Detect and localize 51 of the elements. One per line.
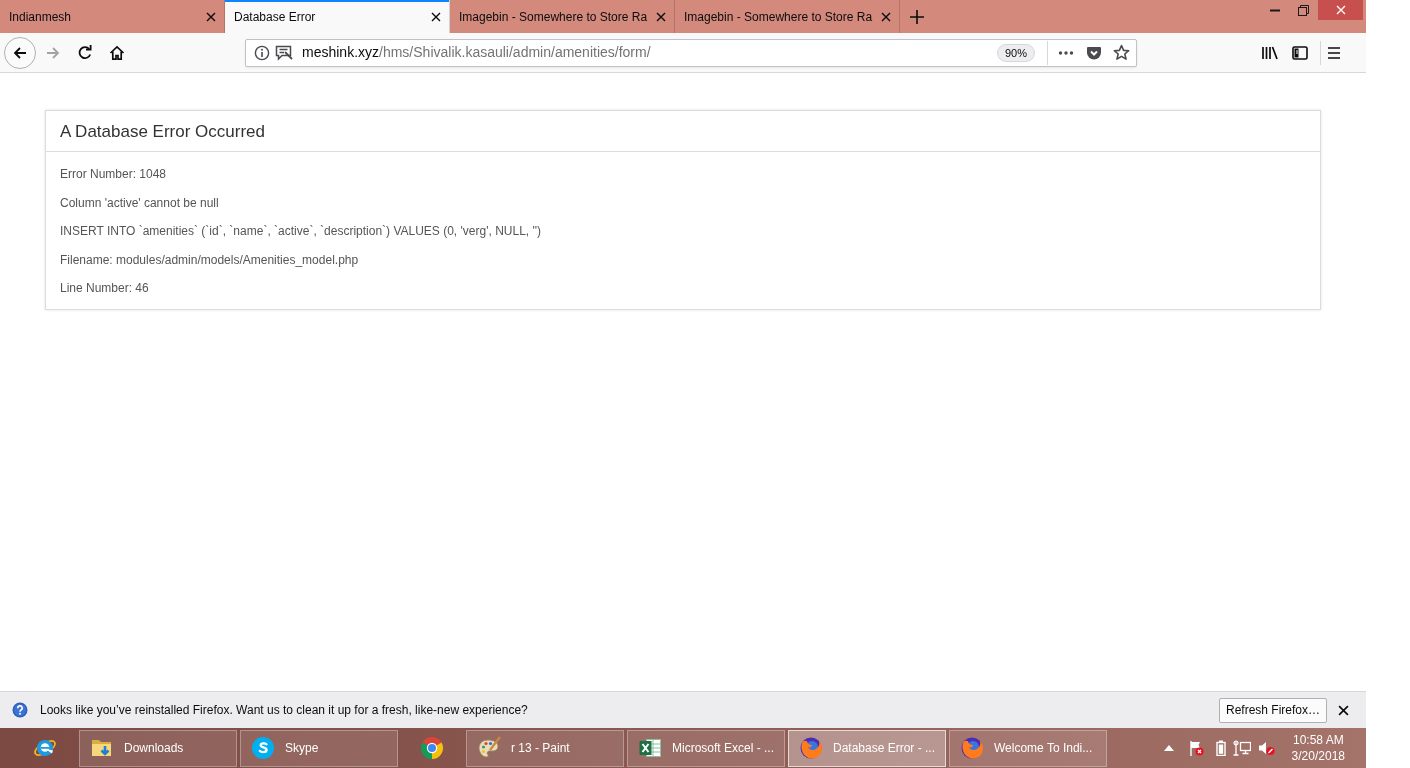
muted-speaker-icon[interactable] <box>1257 740 1275 756</box>
taskbar-button[interactable]: Downloads <box>79 729 237 767</box>
battery-icon[interactable] <box>1215 740 1226 756</box>
reload-icon[interactable] <box>77 44 93 61</box>
taskbar-button[interactable]: r 13 - Paint <box>466 729 624 767</box>
star-icon[interactable] <box>1113 44 1130 61</box>
panel-title: A Database Error Occurred <box>46 111 1320 152</box>
flag-alert-icon[interactable] <box>1187 740 1204 756</box>
close-icon[interactable] <box>656 11 666 22</box>
globe-logo-icon <box>960 736 984 760</box>
palette-icon <box>477 736 501 760</box>
error-detail-text: Column 'active' cannot be null <box>60 194 220 211</box>
browser-tab[interactable]: Database Error <box>225 0 450 33</box>
globe-logo-icon <box>799 736 823 760</box>
network-icon[interactable] <box>1232 740 1251 756</box>
minimize-icon[interactable] <box>1269 8 1280 12</box>
sidebar-icon[interactable] <box>1292 44 1308 61</box>
shield-chevron-icon[interactable] <box>1086 44 1102 61</box>
library-icon[interactable] <box>1261 44 1279 61</box>
clock-time[interactable]: 10:58 AM <box>1292 732 1344 748</box>
refresh-button[interactable]: Refresh Firefox… <box>1218 697 1327 723</box>
error-detail-text: Filename: modules/admin/models/Amenities_model.php <box>60 251 360 268</box>
url-text: meshink.xyz/hms/Shivalik.kasauli/admin/amenities/form/ <box>302 43 651 62</box>
clock-date[interactable]: 3/20/2018 <box>1291 748 1345 764</box>
ring-logo-icon <box>420 736 444 760</box>
menu-icon[interactable] <box>1327 45 1341 60</box>
error-detail-text: Error Number: 1048 <box>60 166 168 182</box>
error-detail-text: INSERT INTO `amenities` (`id`, `name`, `active`, `description`) VALUES (0, 'verg', NULL, '') <box>60 223 543 239</box>
close-icon[interactable] <box>881 11 891 22</box>
taskbar-button[interactable]: Microsoft Excel - ... <box>627 729 785 767</box>
zoom-level-button[interactable]: 90% <box>996 43 1035 62</box>
taskbar-button[interactable]: Welcome To Indi... <box>949 729 1107 767</box>
arrow-left-icon[interactable] <box>12 44 28 61</box>
s-logo-icon <box>251 736 275 760</box>
close-icon[interactable] <box>431 11 441 22</box>
back-button[interactable] <box>4 36 36 69</box>
message-bubble-icon[interactable] <box>275 44 293 61</box>
caret-up-icon[interactable] <box>1163 745 1174 751</box>
spreadsheet-icon <box>638 736 662 760</box>
restore-icon[interactable] <box>1298 4 1309 16</box>
close-icon[interactable] <box>206 11 216 22</box>
taskbar-button[interactable]: Skype <box>240 729 398 767</box>
info-icon[interactable] <box>254 44 270 61</box>
notification-message: Looks like you’ve reinstalled Firefox. Want us to clean it up for a fresh, like-new experience? <box>40 702 528 719</box>
error-detail-text: Line Number: 46 <box>60 280 150 296</box>
close-icon[interactable] <box>1338 704 1349 716</box>
help-icon <box>12 702 28 718</box>
home-icon[interactable] <box>109 44 125 61</box>
plus-icon[interactable] <box>910 9 924 24</box>
taskbar-button[interactable]: Database Error - ... <box>788 729 946 767</box>
address-bar[interactable]: meshink.xyz/hms/Shivalik.kasauli/admin/amenities/form/ 90% <box>245 38 1137 67</box>
